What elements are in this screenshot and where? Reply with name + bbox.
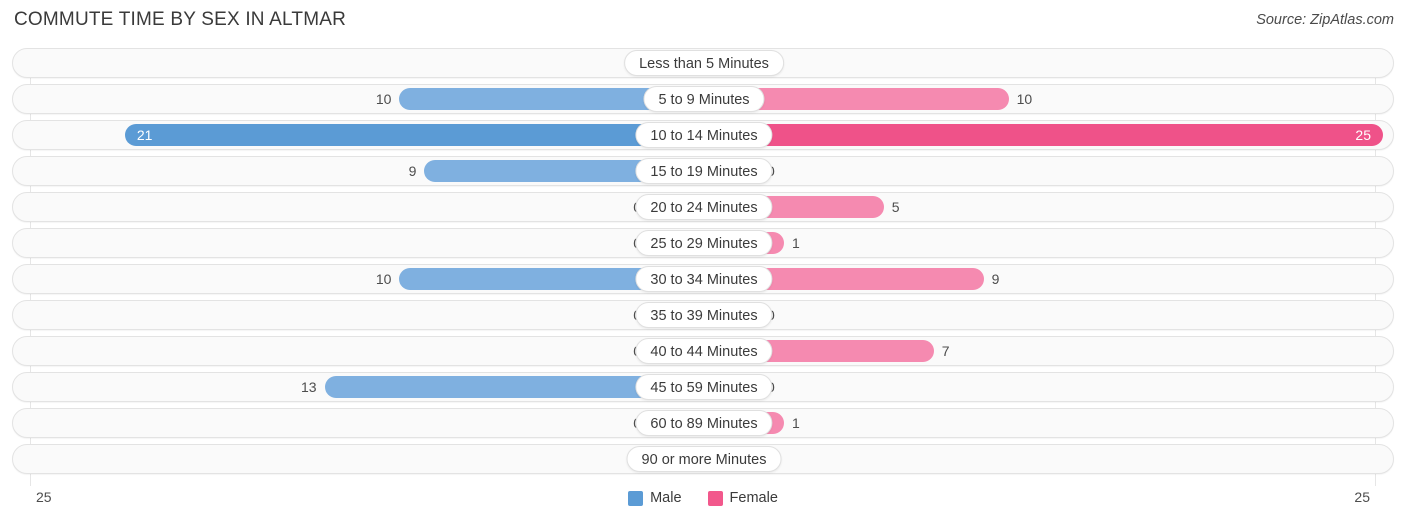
legend-swatch-icon xyxy=(628,490,644,506)
female-value-label: 0 xyxy=(767,301,827,329)
female-value-label: 0 xyxy=(767,157,827,185)
table-row[interactable]: 0 1 60 to 89 Minutes xyxy=(12,408,1394,438)
category-label: 10 to 14 Minutes xyxy=(635,122,773,148)
table-row[interactable]: 0 1 25 to 29 Minutes xyxy=(12,228,1394,258)
page-title: COMMUTE TIME BY SEX IN ALTMAR xyxy=(14,9,347,30)
row-track: 10 10 5 to 9 Minutes xyxy=(13,85,1393,113)
legend-label: Female xyxy=(729,490,778,506)
source-attribution: Source: ZipAtlas.com xyxy=(1256,12,1394,28)
table-row[interactable]: 0 7 40 to 44 Minutes xyxy=(12,336,1394,366)
category-label: 90 or more Minutes xyxy=(626,446,782,472)
row-track: 9 015 to 19 Minutes xyxy=(13,157,1393,185)
legend-swatch-icon xyxy=(707,490,723,506)
table-row[interactable]: 9 015 to 19 Minutes xyxy=(12,156,1394,186)
row-track: 0 035 to 39 Minutes xyxy=(13,301,1393,329)
category-label: 25 to 29 Minutes xyxy=(635,230,773,256)
category-label: 15 to 19 Minutes xyxy=(635,158,773,184)
category-label: 20 to 24 Minutes xyxy=(635,194,773,220)
legend-item-female[interactable]: Female xyxy=(707,490,778,506)
legend-label: Male xyxy=(650,490,682,506)
row-track: 21 25 10 to 14 Minutes xyxy=(13,121,1393,149)
male-value-label: 10 xyxy=(375,91,392,107)
category-label: 5 to 9 Minutes xyxy=(643,86,765,112)
male-value-label: 13 xyxy=(300,379,317,395)
legend-item-male[interactable]: Male xyxy=(628,490,682,506)
category-label: 40 to 44 Minutes xyxy=(635,338,773,364)
row-track: 0 5 20 to 24 Minutes xyxy=(13,193,1393,221)
male-value-label: 10 xyxy=(375,271,392,287)
row-track: 10 9 30 to 34 Minutes xyxy=(13,265,1393,293)
chart-plot-area: 00Less than 5 Minutes10105 to 9 Minutes2… xyxy=(0,48,1406,486)
male-value-label: 0 xyxy=(589,337,641,365)
row-track: 0 1 25 to 29 Minutes xyxy=(13,229,1393,257)
female-value-label: 1 xyxy=(791,235,800,251)
female-value-label: 7 xyxy=(941,343,950,359)
row-track: 0 1 60 to 89 Minutes xyxy=(13,409,1393,437)
table-row[interactable]: 0 035 to 39 Minutes xyxy=(12,300,1394,330)
male-value-label: 0 xyxy=(589,301,641,329)
row-track: 0 7 40 to 44 Minutes xyxy=(13,337,1393,365)
category-label: 60 to 89 Minutes xyxy=(635,410,773,436)
chart-footer: 25 25 Male Female xyxy=(0,486,1406,522)
table-row[interactable]: 13 045 to 59 Minutes xyxy=(12,372,1394,402)
chart-page: COMMUTE TIME BY SEX IN ALTMAR Source: Zi… xyxy=(0,0,1406,522)
category-label: Less than 5 Minutes xyxy=(624,50,784,76)
table-row[interactable]: 10 10 5 to 9 Minutes xyxy=(12,84,1394,114)
female-value-label: 10 xyxy=(1016,91,1033,107)
chart-legend: Male Female xyxy=(0,490,1406,506)
category-label: 35 to 39 Minutes xyxy=(635,302,773,328)
female-value-label: 0 xyxy=(767,373,827,401)
female-value-label: 5 xyxy=(891,199,900,215)
male-bar[interactable] xyxy=(124,124,704,146)
male-value-label: 0 xyxy=(589,409,641,437)
table-row[interactable]: 00Less than 5 Minutes xyxy=(12,48,1394,78)
chart-rows: 00Less than 5 Minutes10105 to 9 Minutes2… xyxy=(0,48,1406,480)
female-value-label: 1 xyxy=(791,415,800,431)
female-bar[interactable] xyxy=(704,124,1383,146)
row-track: 00Less than 5 Minutes xyxy=(13,49,1393,77)
category-label: 30 to 34 Minutes xyxy=(635,266,773,292)
category-label: 45 to 59 Minutes xyxy=(635,374,773,400)
row-track: 0090 or more Minutes xyxy=(13,445,1393,473)
female-value-label: 9 xyxy=(991,271,1000,287)
female-value-label: 25 xyxy=(1355,127,1371,143)
male-value-label: 21 xyxy=(136,127,153,143)
row-track: 13 045 to 59 Minutes xyxy=(13,373,1393,401)
table-row[interactable]: 0090 or more Minutes xyxy=(12,444,1394,474)
male-value-label: 9 xyxy=(408,163,417,179)
table-row[interactable]: 21 25 10 to 14 Minutes xyxy=(12,120,1394,150)
male-value-label: 0 xyxy=(589,193,641,221)
table-row[interactable]: 10 9 30 to 34 Minutes xyxy=(12,264,1394,294)
male-value-label: 0 xyxy=(589,229,641,257)
table-row[interactable]: 0 5 20 to 24 Minutes xyxy=(12,192,1394,222)
